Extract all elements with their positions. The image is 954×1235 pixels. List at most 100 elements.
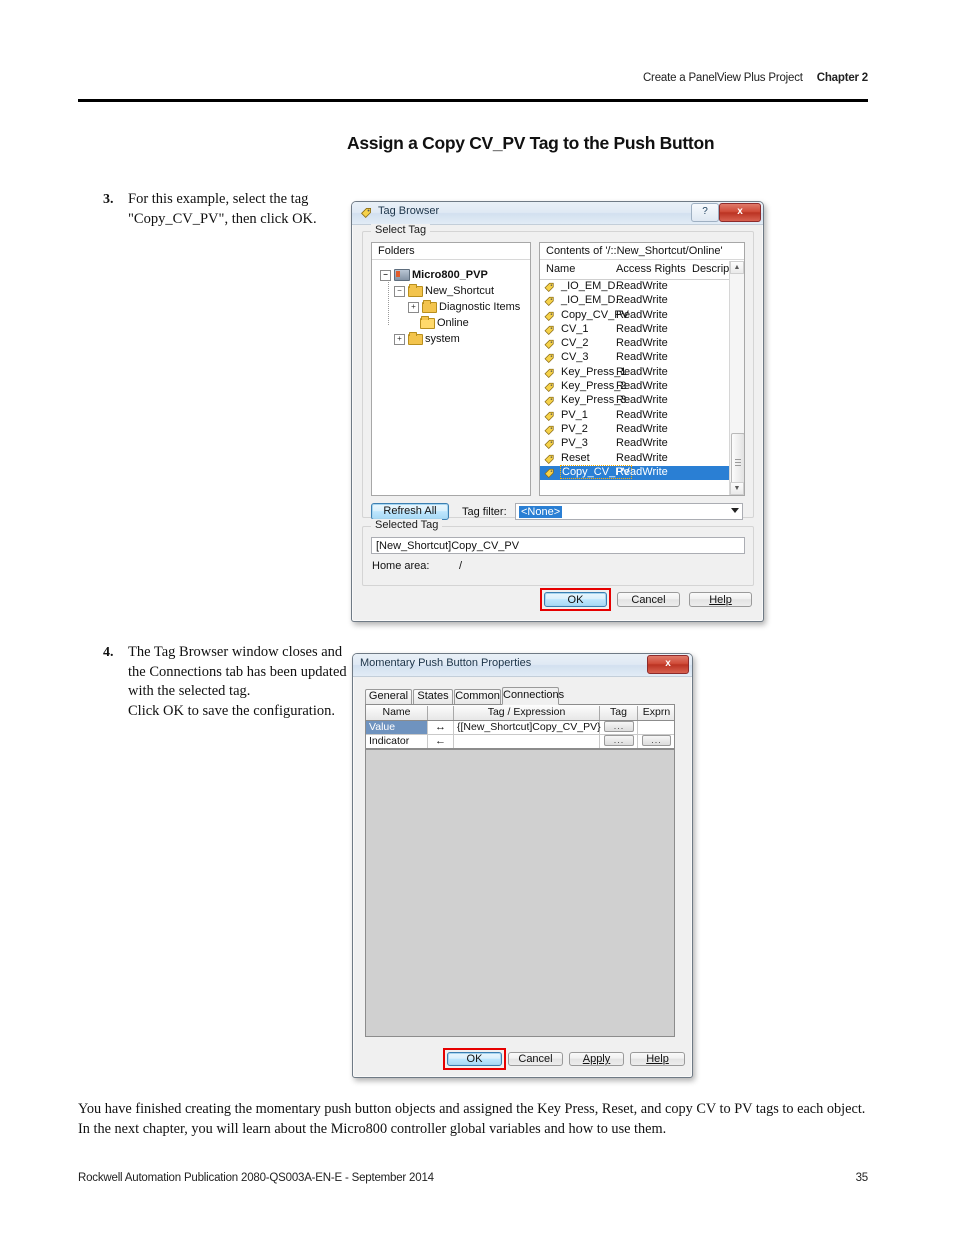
cancel-button[interactable]: Cancel — [617, 592, 680, 607]
select-tag-group-label: Select Tag — [371, 224, 431, 236]
list-item[interactable]: Reset ReadWrite — [540, 452, 730, 466]
scrollbar-grip — [735, 462, 741, 463]
table-row[interactable]: Value ↔ {[New_Shortcut]Copy_CV_PV} ... — [366, 720, 674, 735]
tag-browse-button[interactable]: ... — [604, 735, 634, 746]
apply-button-label: Apply — [582, 1053, 611, 1065]
tag-name: CV_2 — [561, 337, 589, 350]
tree-node-system[interactable]: + system — [380, 331, 530, 347]
help-titlebar-button[interactable]: ? — [691, 203, 719, 222]
expand-icon[interactable]: + — [394, 333, 405, 345]
tag-list-region[interactable]: Name Access Rights Description _IO_EM_D.… — [540, 261, 744, 495]
step-4-number: 4. — [103, 645, 114, 660]
row-tag-expression: {[New_Shortcut]Copy_CV_PV} — [454, 721, 601, 734]
tag-filter-combo[interactable]: <None> — [515, 503, 743, 520]
tag-icon — [544, 325, 554, 335]
contents-pane[interactable]: Contents of '/::New_Shortcut/Online' Nam… — [539, 242, 745, 496]
tag-access: ReadWrite — [616, 394, 668, 407]
tag-access: ReadWrite — [616, 465, 668, 478]
folder-tree[interactable]: − Micro800_PVP − New_Shortcut + Diagnostic … — [372, 261, 530, 495]
close-icon[interactable]: x — [719, 203, 761, 222]
tag-icon — [544, 297, 554, 307]
contents-header: Contents of '/::New_Shortcut/Online' — [540, 243, 744, 260]
properties-tabstrip[interactable]: General States Common Connections — [365, 687, 675, 705]
tag-icon — [544, 311, 554, 321]
tag-icon — [544, 468, 554, 478]
tree-node-label: system — [425, 333, 460, 345]
help-button[interactable]: Help — [689, 592, 752, 607]
row-name: Indicator — [366, 735, 428, 748]
help-button-label: Help — [646, 1053, 669, 1065]
tag-icon — [544, 440, 554, 450]
refresh-all-folders-button[interactable]: Refresh All Folders — [371, 503, 449, 532]
tag-access: ReadWrite — [616, 422, 668, 435]
tree-node-diagnostic-items[interactable]: + Diagnostic Items — [380, 299, 530, 315]
tag-icon — [544, 382, 554, 393]
close-icon[interactable]: x — [647, 655, 689, 674]
header-rule — [78, 99, 868, 102]
list-item[interactable]: PV_2 ReadWrite — [540, 423, 730, 437]
tag-name: PV_2 — [561, 422, 588, 435]
tab-common[interactable]: Common — [454, 689, 501, 704]
step-3-text: For this example, select the tag "Copy_C… — [128, 191, 317, 227]
tag-browser-titlebar[interactable]: Tag Browser ? x — [352, 202, 763, 225]
tab-connections[interactable]: Connections — [502, 687, 564, 705]
scroll-down-icon[interactable]: ▼ — [730, 482, 744, 495]
home-area-label: Home area: — [372, 560, 430, 572]
tree-node-new-shortcut[interactable]: − New_Shortcut — [380, 283, 530, 299]
tag-browse-button[interactable]: ... — [604, 721, 634, 732]
ok-button[interactable]: OK — [447, 1052, 502, 1066]
tag-access: ReadWrite — [616, 408, 668, 421]
list-item[interactable]: Key_Press_2 ReadWrite — [540, 380, 730, 394]
running-head-text: Create a PanelView Plus Project — [642, 72, 803, 84]
grid-col-tag-expression: Tag / Expression — [454, 706, 600, 720]
tree-node-micro800-pvp[interactable]: − Micro800_PVP — [380, 267, 530, 283]
tab-states[interactable]: States — [413, 689, 453, 704]
list-item[interactable]: CV_2 ReadWrite — [540, 337, 730, 351]
list-item[interactable]: Key_Press_3 ReadWrite — [540, 394, 730, 408]
list-item[interactable]: PV_1 ReadWrite — [540, 409, 730, 423]
tree-node-online[interactable]: Online — [380, 315, 530, 331]
scroll-up-icon[interactable]: ▲ — [730, 261, 744, 274]
row-exprn-cell[interactable] — [638, 721, 675, 734]
page-footer: Rockwell Automation Publication 2080-QS0… — [78, 1172, 868, 1190]
folders-pane[interactable]: Folders − Micro800_PVP − New_Shortcut + Dia… — [371, 242, 531, 496]
list-item-selected[interactable]: Copy_CV_PV ReadWrite — [540, 464, 730, 481]
list-item[interactable]: CV_3 ReadWrite — [540, 351, 730, 365]
expand-icon[interactable]: + — [408, 301, 419, 313]
list-item[interactable]: CV_1 ReadWrite — [540, 323, 730, 337]
tag-list[interactable]: _IO_EM_D... ReadWrite _IO_EM_D... ReadWrit… — [540, 280, 730, 495]
row-tag-expression — [454, 735, 600, 748]
ok-button[interactable]: OK — [544, 592, 607, 607]
tag-access: ReadWrite — [616, 294, 668, 307]
list-item[interactable]: _IO_EM_D... ReadWrite — [540, 294, 730, 308]
momentary-push-button-properties-dialog: Momentary Push Button Properties x Gener… — [352, 653, 693, 1078]
expression-browse-button[interactable]: ... — [642, 735, 671, 746]
help-button[interactable]: Help — [630, 1052, 685, 1066]
collapse-icon[interactable]: − — [394, 285, 405, 297]
list-item[interactable]: Key_Press_1 ReadWrite — [540, 366, 730, 380]
column-access-rights: Access Rights — [616, 263, 686, 275]
collapse-icon[interactable]: − — [380, 269, 391, 281]
help-button-label: Help — [709, 594, 732, 606]
chevron-down-icon[interactable] — [731, 508, 739, 513]
cancel-button[interactable]: Cancel — [508, 1052, 563, 1066]
connections-grid[interactable]: Name Tag / Expression Tag Exprn Value ↔ … — [365, 704, 675, 749]
list-item[interactable]: Copy_CV_PV ReadWrite — [540, 309, 730, 323]
tab-general[interactable]: General — [365, 689, 412, 704]
row-direction-icon: ← — [428, 735, 454, 748]
grid-col-name: Name — [366, 706, 428, 720]
tag-name: CV_1 — [561, 322, 589, 335]
selected-tag-input[interactable]: [New_Shortcut]Copy_CV_PV — [371, 537, 745, 554]
publication-line: Rockwell Automation Publication 2080-QS0… — [78, 1172, 434, 1184]
table-row[interactable]: Indicator ← ... ... — [366, 734, 674, 748]
list-item[interactable]: _IO_EM_D... ReadWrite — [540, 280, 730, 294]
properties-titlebar[interactable]: Momentary Push Button Properties x — [353, 654, 692, 677]
tag-name: PV_3 — [561, 437, 588, 450]
tag-icon — [544, 368, 554, 378]
tag-list-scrollbar[interactable]: ▲ ▼ — [729, 261, 744, 495]
list-item[interactable]: PV_3 ReadWrite — [540, 437, 730, 451]
folder-icon — [408, 284, 423, 297]
tag-access: ReadWrite — [616, 337, 668, 350]
tree-node-label: Online — [437, 317, 469, 329]
apply-button[interactable]: Apply — [569, 1052, 624, 1066]
